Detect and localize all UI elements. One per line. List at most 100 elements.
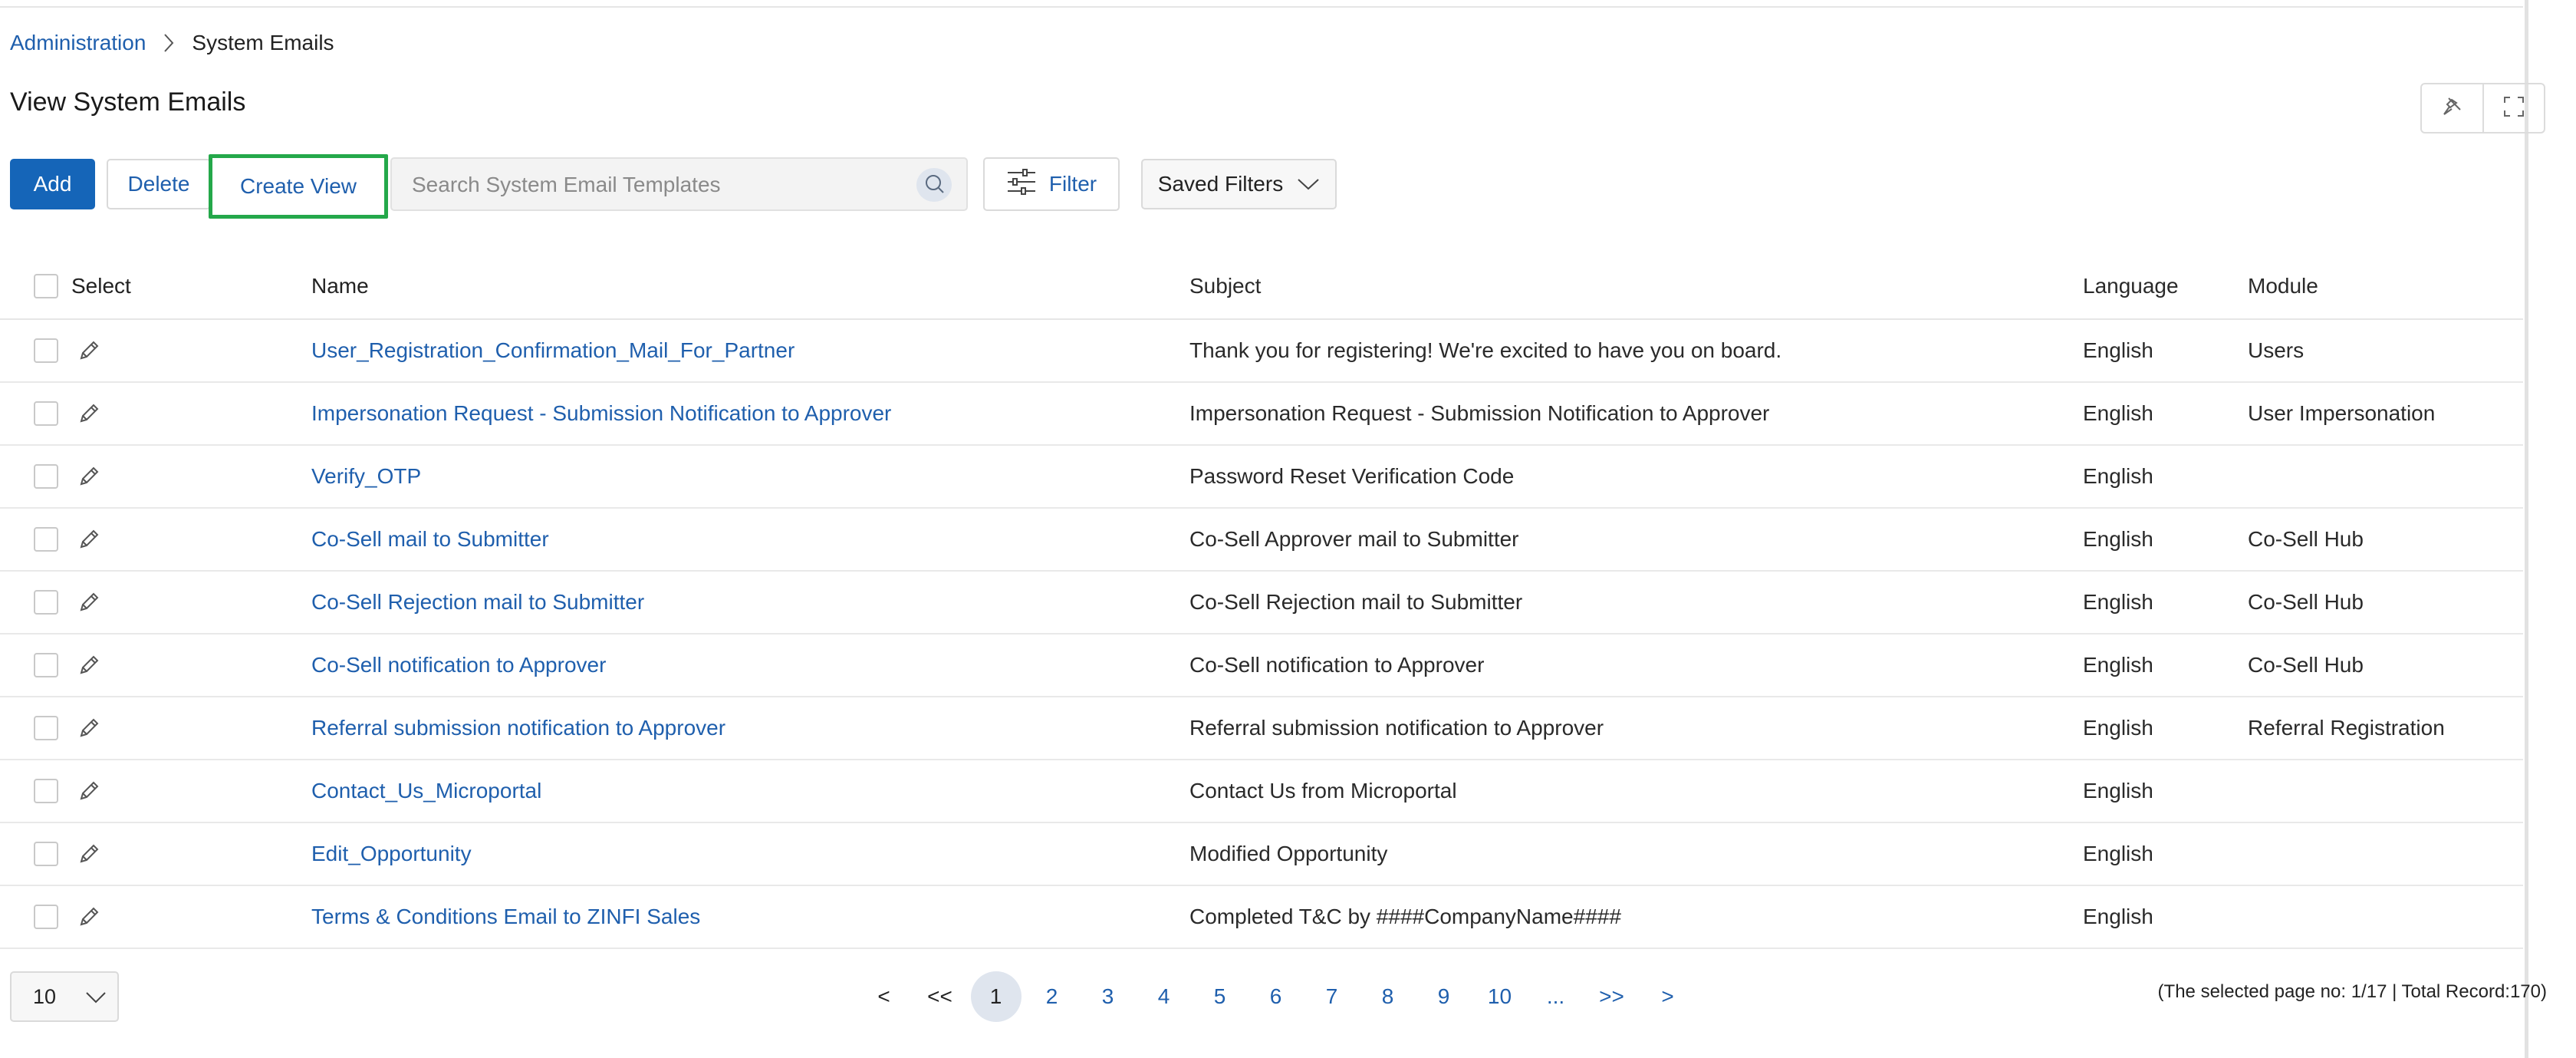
pencil-icon[interactable]	[74, 398, 104, 429]
row-checkbox[interactable]	[34, 401, 58, 426]
add-button[interactable]: Add	[10, 159, 95, 209]
pencil-icon[interactable]	[74, 839, 104, 869]
email-name-link[interactable]: Referral submission notification to Appr…	[311, 716, 725, 740]
pencil-icon[interactable]	[74, 713, 104, 743]
last-page-button[interactable]: >>	[1584, 970, 1640, 1023]
row-checkbox[interactable]	[34, 905, 58, 929]
page-number[interactable]: 7	[1304, 970, 1360, 1023]
column-header-name[interactable]: Name	[311, 253, 369, 318]
fullscreen-button[interactable]	[2482, 84, 2545, 132]
email-name-link[interactable]: Co-Sell notification to Approver	[311, 653, 606, 677]
row-edit-cell	[74, 509, 104, 570]
page-number[interactable]: 4	[1136, 970, 1192, 1023]
page-number-label: 10	[1487, 984, 1512, 1008]
email-name-link[interactable]: Impersonation Request - Submission Notif…	[311, 401, 891, 426]
column-header-language[interactable]: Language	[2083, 253, 2179, 318]
pencil-icon[interactable]	[74, 776, 104, 806]
pencil-icon[interactable]	[74, 901, 104, 932]
row-checkbox[interactable]	[34, 653, 58, 677]
page-number[interactable]: 10	[1472, 970, 1528, 1023]
first-page-button[interactable]: <<	[912, 970, 968, 1023]
row-name-cell: Contact_Us_Microportal	[311, 760, 541, 822]
search-button[interactable]	[916, 168, 952, 202]
pencil-icon[interactable]	[74, 335, 104, 366]
email-name-link[interactable]: Edit_Opportunity	[311, 842, 472, 866]
page-number[interactable]: 2	[1024, 970, 1080, 1023]
page-title: View System Emails	[10, 87, 246, 117]
page-number[interactable]: 6	[1248, 970, 1304, 1023]
page-number[interactable]: 8	[1360, 970, 1416, 1023]
row-checkbox[interactable]	[34, 464, 58, 489]
scrollbar[interactable]	[2525, 0, 2528, 1058]
email-name-link[interactable]: Verify_OTP	[311, 464, 421, 489]
row-language: English	[2083, 716, 2153, 740]
breadcrumb-administration-link[interactable]: Administration	[10, 31, 146, 55]
row-language: English	[2083, 905, 2153, 928]
pencil-icon[interactable]	[74, 587, 104, 618]
row-checkbox[interactable]	[34, 590, 58, 615]
row-edit-cell	[74, 446, 104, 507]
column-header-module[interactable]: Module	[2248, 253, 2318, 318]
row-module: Co-Sell Hub	[2248, 590, 2364, 614]
next-page-button[interactable]: >	[1640, 970, 1696, 1023]
row-checkbox[interactable]	[34, 842, 58, 866]
email-name-link[interactable]: Contact_Us_Microportal	[311, 779, 541, 803]
page-number-label: 2	[1045, 984, 1058, 1008]
row-edit-cell	[74, 823, 104, 885]
row-name-cell: Co-Sell Rejection mail to Submitter	[311, 572, 644, 633]
table-row: Verify_OTP Password Reset Verification Co…	[0, 446, 2523, 509]
row-name-cell: User_Registration_Confirmation_Mail_For_…	[311, 320, 795, 381]
pencil-icon[interactable]	[74, 650, 104, 681]
row-name-cell: Verify_OTP	[311, 446, 421, 507]
row-checkbox[interactable]	[34, 779, 58, 803]
page-number-label: 9	[1437, 984, 1450, 1008]
page-number-current[interactable]: 1	[968, 970, 1024, 1023]
table-row: Co-Sell notification to Approver Co-Sell …	[0, 634, 2523, 697]
email-name-link[interactable]: Co-Sell mail to Submitter	[311, 527, 549, 552]
search-input[interactable]	[410, 159, 904, 211]
page-number[interactable]: 5	[1192, 970, 1248, 1023]
row-checkbox[interactable]	[34, 527, 58, 552]
email-name-link[interactable]: User_Registration_Confirmation_Mail_For_…	[311, 338, 795, 363]
page-number[interactable]: 3	[1080, 970, 1136, 1023]
pin-button[interactable]	[2422, 84, 2482, 132]
select-all-checkbox[interactable]	[34, 273, 58, 298]
row-module: Referral Registration	[2248, 716, 2445, 740]
column-header-subject[interactable]: Subject	[1189, 253, 1261, 318]
row-edit-cell	[74, 760, 104, 822]
row-name-cell: Co-Sell notification to Approver	[311, 634, 606, 696]
row-edit-cell	[74, 697, 104, 759]
row-checkbox[interactable]	[34, 716, 58, 740]
pencil-icon[interactable]	[74, 461, 104, 492]
email-name-link[interactable]: Co-Sell Rejection mail to Submitter	[311, 590, 644, 615]
table-row: Co-Sell mail to Submitter Co-Sell Approve…	[0, 509, 2523, 572]
row-checkbox[interactable]	[34, 338, 58, 363]
pencil-icon[interactable]	[74, 524, 104, 555]
fullscreen-icon	[2502, 95, 2525, 122]
filter-label: Filter	[1048, 172, 1097, 196]
prev-page-button[interactable]: <	[856, 970, 912, 1023]
email-name-link[interactable]: Terms & Conditions Email to ZINFI Sales	[311, 905, 700, 929]
breadcrumb: Administration System Emails	[10, 28, 334, 58]
row-subject: Co-Sell Rejection mail to Submitter	[1189, 590, 1523, 614]
page-number-label: 8	[1381, 984, 1394, 1008]
delete-button[interactable]: Delete	[107, 159, 211, 209]
row-select-cell	[34, 383, 58, 444]
page-ellipsis[interactable]: ...	[1528, 970, 1584, 1023]
pin-icon	[2440, 95, 2463, 122]
create-view-button[interactable]: Create View	[209, 154, 388, 219]
row-select-cell	[34, 446, 58, 507]
row-edit-cell	[74, 572, 104, 633]
breadcrumb-current: System Emails	[192, 31, 334, 54]
saved-filters-dropdown[interactable]: Saved Filters	[1141, 159, 1337, 209]
filter-button[interactable]: Filter	[983, 157, 1120, 211]
table-body: User_Registration_Confirmation_Mail_For_…	[0, 320, 2523, 949]
row-name-cell: Terms & Conditions Email to ZINFI Sales	[311, 886, 700, 948]
page-size-select[interactable]: 10	[10, 971, 119, 1022]
row-select-cell	[34, 823, 58, 885]
row-name-cell: Impersonation Request - Submission Notif…	[311, 383, 891, 444]
row-name-cell: Edit_Opportunity	[311, 823, 472, 885]
row-module: User Impersonation	[2248, 401, 2436, 425]
page-number[interactable]: 9	[1416, 970, 1472, 1023]
row-language: English	[2083, 590, 2153, 614]
